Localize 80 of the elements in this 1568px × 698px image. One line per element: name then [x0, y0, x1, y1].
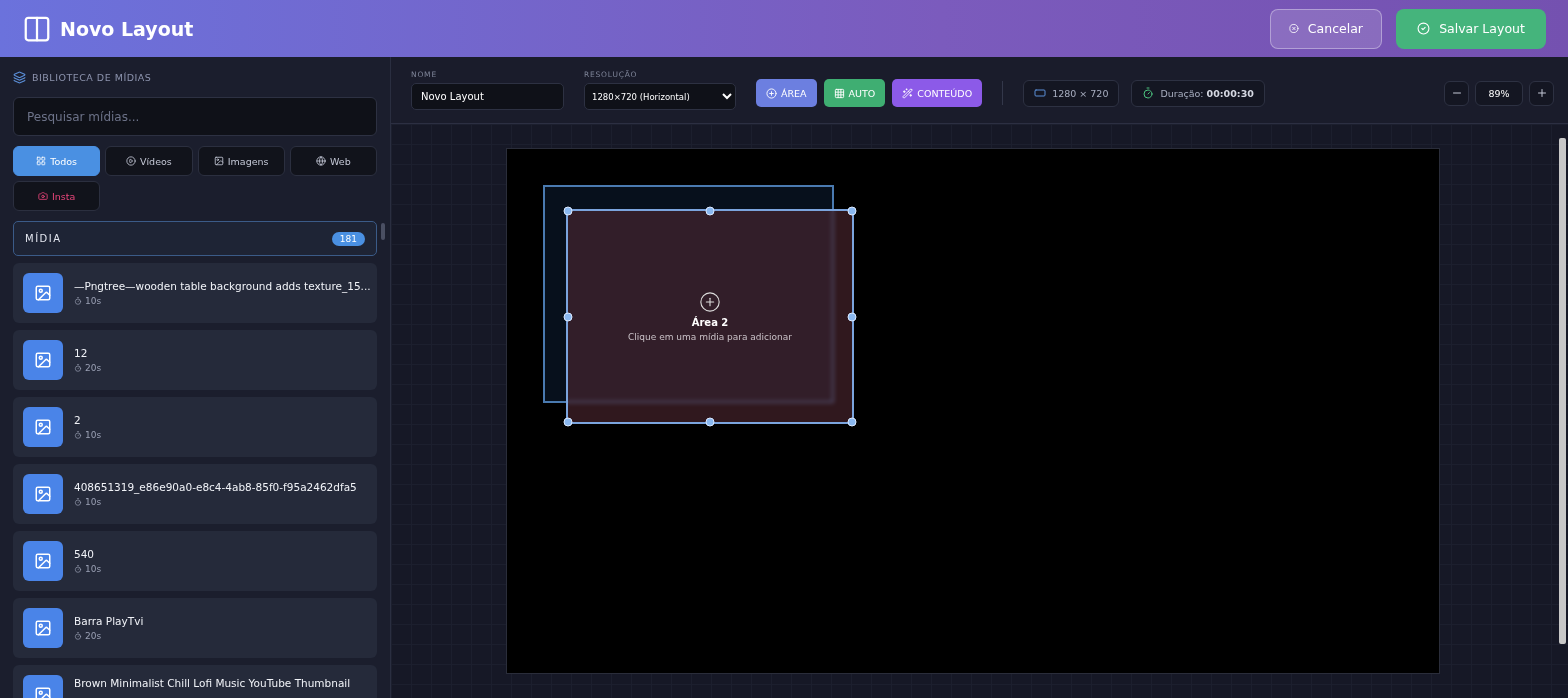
timer-icon: [1142, 87, 1155, 99]
timer-icon: [74, 632, 82, 640]
media-duration: 10s: [74, 497, 357, 507]
timer-icon: [74, 297, 82, 305]
media-item[interactable]: 540 10s: [13, 531, 377, 591]
image-icon: [213, 156, 224, 166]
add-icon: [699, 291, 721, 313]
image-icon: [23, 407, 63, 447]
wand-icon: [902, 87, 914, 99]
zoom-value: 89%: [1475, 80, 1523, 106]
scrollbar-thumb[interactable]: [381, 223, 385, 240]
resize-handle[interactable]: [705, 206, 715, 216]
filter-tab[interactable]: Insta: [13, 181, 101, 211]
media-item[interactable]: —Pngtree—wooden table background adds texture_15... 10s: [13, 263, 377, 323]
media-duration: 20s: [74, 631, 144, 641]
cancel-button[interactable]: Cancelar: [1270, 8, 1382, 49]
screen-icon: [1034, 87, 1047, 99]
library-title: BIBLIOTECA DE MÍDIAS: [32, 72, 152, 83]
resize-handle[interactable]: [705, 417, 715, 427]
grid-icon: [833, 87, 845, 99]
page-title: Novo Layout: [60, 17, 195, 40]
media-item[interactable]: Barra PlayTvi 20s: [13, 598, 377, 658]
media-name: 2: [74, 414, 82, 426]
resize-handle[interactable]: [563, 312, 573, 321]
media-duration: 10s: [74, 564, 102, 574]
section-title: MÍDIA: [25, 233, 62, 244]
close-icon: [1289, 22, 1299, 35]
media-item[interactable]: Brown Minimalist Chill Lofi Music YouTube Thumbnail: [13, 665, 377, 698]
filter-tab[interactable]: Web: [289, 146, 377, 176]
plus-icon: [766, 87, 777, 99]
search-field[interactable]: Pesquisar mídias...: [13, 97, 377, 136]
media-duration: 10s: [74, 296, 367, 306]
play-icon: [126, 156, 136, 166]
image-icon: [23, 541, 63, 581]
duration-text: Duração: 00:00:30: [1160, 87, 1254, 99]
timer-icon: [74, 364, 82, 372]
camera-icon: [37, 191, 48, 201]
media-name: Barra PlayTvi: [74, 615, 144, 627]
name-input[interactable]: Novo Layout: [411, 83, 564, 110]
image-icon: [23, 474, 63, 514]
count-badge: 181: [331, 231, 365, 246]
globe-icon: [316, 156, 326, 166]
resolution-select[interactable]: 1280×720 (Horizontal): [584, 83, 736, 110]
media-duration: 10s: [74, 430, 102, 440]
image-icon: [23, 340, 63, 380]
add-area-button[interactable]: ÁREA: [756, 79, 817, 107]
layout-area[interactable]: Área 2 Clique em uma mídia para adicionar: [566, 209, 854, 424]
layers-icon: [13, 71, 26, 84]
media-item[interactable]: 408651319_e86e90a0-e8c4-4ab8-85f0-f95a2462dfa5 10s: [13, 464, 377, 524]
layout-area[interactable]: [543, 185, 834, 403]
resize-handle[interactable]: [563, 206, 573, 216]
resize-handle[interactable]: [847, 417, 857, 427]
section-header[interactable]: MÍDIA 181: [13, 221, 377, 256]
resolution-text: 1280 × 720: [1052, 87, 1109, 99]
area-title: Área 2: [691, 317, 729, 328]
filter-tab[interactable]: Imagens: [197, 146, 285, 176]
check-icon: [1417, 22, 1431, 35]
media-duration: 20s: [74, 363, 102, 373]
media-name: 540: [74, 548, 96, 560]
filter-tab[interactable]: Vídeos: [105, 146, 193, 176]
area-hint: Clique em uma mídia para adicionar: [628, 332, 792, 342]
resize-handle[interactable]: [563, 417, 573, 427]
timer-icon: [74, 498, 82, 506]
timer-icon: [74, 565, 82, 573]
resize-handle[interactable]: [847, 312, 857, 321]
media-name: Brown Minimalist Chill Lofi Music YouTube Thumbnail: [74, 677, 351, 689]
image-icon: [23, 608, 63, 648]
content-button[interactable]: CONTEÚDO: [892, 79, 983, 107]
media-name: 408651319_e86e90a0-e8c4-4ab8-85f0-f95a2462dfa5: [74, 481, 357, 493]
scrollbar-thumb[interactable]: [1559, 138, 1566, 644]
media-name: 12: [74, 347, 89, 359]
media-item[interactable]: 12 20s: [13, 330, 377, 390]
resize-handle[interactable]: [847, 206, 857, 216]
zoom-out-button[interactable]: [1444, 80, 1469, 106]
media-item[interactable]: 2 10s: [13, 397, 377, 457]
timer-icon: [74, 431, 82, 439]
image-icon: [23, 273, 63, 313]
plus-icon: [1535, 87, 1548, 99]
zoom-in-button[interactable]: [1529, 80, 1554, 106]
grid-icon: [36, 156, 47, 166]
